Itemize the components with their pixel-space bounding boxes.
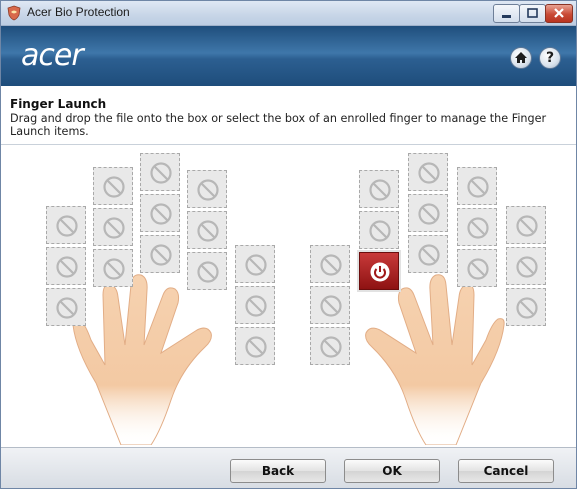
right-index-slot-3-enrolled[interactable] xyxy=(359,252,399,290)
cancel-button[interactable]: Cancel xyxy=(458,459,554,483)
button-bar: Back OK Cancel xyxy=(1,447,576,488)
no-entry-icon xyxy=(103,217,125,239)
no-entry-icon xyxy=(103,258,125,280)
right-middle-slot-3[interactable] xyxy=(408,235,448,273)
svg-text:acer: acer xyxy=(21,40,85,72)
right-index-slot-1[interactable] xyxy=(359,170,399,208)
minimize-icon xyxy=(502,15,511,18)
no-entry-icon xyxy=(418,162,440,184)
left-middle-slot-1[interactable] xyxy=(140,153,180,191)
no-entry-icon xyxy=(150,203,172,225)
no-entry-icon xyxy=(467,217,489,239)
no-entry-icon xyxy=(320,336,342,358)
right-middle-slot-2[interactable] xyxy=(408,194,448,232)
no-entry-icon xyxy=(418,244,440,266)
title-bar[interactable]: Acer Bio Protection xyxy=(1,1,576,26)
right-ring-slot-2[interactable] xyxy=(457,208,497,246)
right-hand xyxy=(365,274,505,445)
right-thumb-slot-3[interactable] xyxy=(310,327,350,365)
left-little-slot-2[interactable] xyxy=(46,247,86,285)
brand-header: acer ? xyxy=(1,26,576,86)
no-entry-icon xyxy=(245,254,267,276)
right-little-slot-1[interactable] xyxy=(506,206,546,244)
right-little-slot-2[interactable] xyxy=(506,247,546,285)
no-entry-icon xyxy=(245,336,267,358)
left-little-slot-3[interactable] xyxy=(46,288,86,326)
right-thumb-slot-1[interactable] xyxy=(310,245,350,283)
no-entry-icon xyxy=(150,162,172,184)
ok-button[interactable]: OK xyxy=(344,459,440,483)
back-button[interactable]: Back xyxy=(230,459,326,483)
no-entry-icon xyxy=(369,220,391,242)
left-hand xyxy=(72,274,212,445)
shield-app-icon xyxy=(7,5,21,21)
no-entry-icon xyxy=(516,256,538,278)
no-entry-icon xyxy=(369,179,391,201)
no-entry-icon xyxy=(197,261,219,283)
window-title: Acer Bio Protection xyxy=(27,5,130,19)
app-window: Acer Bio Protection acer ? Finger Launch… xyxy=(0,0,577,489)
no-entry-icon xyxy=(197,220,219,242)
acer-logo: acer xyxy=(21,40,86,72)
right-index-slot-2[interactable] xyxy=(359,211,399,249)
maximize-icon xyxy=(527,8,538,18)
no-entry-icon xyxy=(467,176,489,198)
no-entry-icon xyxy=(320,295,342,317)
left-index-slot-3[interactable] xyxy=(187,252,227,290)
maximize-button[interactable] xyxy=(519,4,546,23)
help-icon: ? xyxy=(545,50,555,66)
instructions-text: Drag and drop the file onto the box or s… xyxy=(10,112,547,138)
close-icon xyxy=(554,8,564,18)
no-entry-icon xyxy=(467,258,489,280)
left-ring-slot-2[interactable] xyxy=(93,208,133,246)
page-title: Finger Launch xyxy=(10,97,107,111)
right-middle-slot-1[interactable] xyxy=(408,153,448,191)
left-middle-slot-2[interactable] xyxy=(140,194,180,232)
left-ring-slot-1[interactable] xyxy=(93,167,133,205)
help-button[interactable]: ? xyxy=(539,47,561,69)
no-entry-icon xyxy=(56,297,78,319)
left-index-slot-2[interactable] xyxy=(187,211,227,249)
right-ring-slot-1[interactable] xyxy=(457,167,497,205)
no-entry-icon xyxy=(103,176,125,198)
right-thumb-slot-2[interactable] xyxy=(310,286,350,324)
left-thumb-slot-2[interactable] xyxy=(235,286,275,324)
left-thumb-slot-3[interactable] xyxy=(235,327,275,365)
left-little-slot-1[interactable] xyxy=(46,206,86,244)
left-middle-slot-3[interactable] xyxy=(140,235,180,273)
power-icon xyxy=(370,262,390,282)
left-ring-slot-3[interactable] xyxy=(93,249,133,287)
no-entry-icon xyxy=(516,215,538,237)
right-ring-slot-3[interactable] xyxy=(457,249,497,287)
left-thumb-slot-1[interactable] xyxy=(235,245,275,283)
home-icon xyxy=(515,52,527,63)
no-entry-icon xyxy=(56,215,78,237)
finger-launch-area xyxy=(1,145,576,445)
no-entry-icon xyxy=(245,295,267,317)
left-index-slot-1[interactable] xyxy=(187,170,227,208)
right-little-slot-3[interactable] xyxy=(506,288,546,326)
no-entry-icon xyxy=(150,244,172,266)
no-entry-icon xyxy=(516,297,538,319)
close-button[interactable] xyxy=(545,4,573,23)
no-entry-icon xyxy=(197,179,219,201)
no-entry-icon xyxy=(418,203,440,225)
no-entry-icon xyxy=(56,256,78,278)
no-entry-icon xyxy=(320,254,342,276)
home-button[interactable] xyxy=(510,47,532,69)
minimize-button[interactable] xyxy=(493,4,520,23)
